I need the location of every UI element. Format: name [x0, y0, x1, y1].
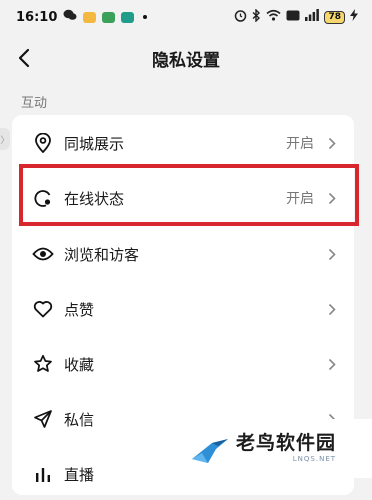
status-right: 78 [234, 7, 358, 26]
watermark-subtext: LNQS.NET [292, 455, 337, 463]
green-app-icon [102, 11, 116, 23]
page-title: 隐私设置 [152, 51, 220, 71]
status-time: 16:10 [16, 9, 58, 25]
highlight-box [19, 164, 359, 226]
section-label: 互动 [21, 96, 48, 111]
battery-indicator: 78 [324, 10, 345, 24]
teal-app-icon [121, 11, 135, 23]
status-left: 16:10 [16, 9, 148, 25]
edge-handle[interactable]: 〉 [0, 128, 10, 150]
wifi-icon [266, 9, 281, 25]
watermark: 老鸟软件园 LNQS.NET [176, 419, 372, 478]
watermark-text: 老鸟软件园 [236, 432, 337, 454]
chevron-right-icon [328, 247, 338, 261]
location-pin-icon [32, 132, 54, 154]
notification-dot-icon [143, 15, 148, 19]
setting-row-favorites[interactable]: 收藏 [12, 338, 354, 390]
star-icon [32, 353, 54, 375]
chevron-right-icon [328, 136, 338, 150]
setting-row-likes[interactable]: 点赞 [12, 283, 354, 335]
setting-value: 开启 [286, 136, 314, 152]
heart-icon [32, 298, 54, 320]
setting-label: 浏览和访客 [64, 245, 140, 264]
calendar-app-icon [83, 11, 97, 23]
setting-label: 同城展示 [64, 134, 125, 153]
alarm-icon [234, 9, 247, 26]
send-icon [32, 408, 54, 430]
setting-label: 点赞 [64, 300, 95, 319]
chevron-right-icon [328, 357, 338, 371]
live-bars-icon [32, 463, 54, 485]
hd-icon [286, 10, 300, 25]
signal-icon [305, 9, 320, 25]
bird-logo-icon [192, 438, 228, 463]
eye-icon [32, 243, 54, 265]
chevron-right-icon [328, 302, 338, 316]
setting-row-nearby[interactable]: 同城展示 开启 [12, 117, 354, 169]
charging-icon [350, 9, 358, 25]
setting-label: 收藏 [64, 355, 95, 374]
wechat-icon [63, 9, 77, 25]
status-bar: 16:10 78 [0, 0, 372, 34]
bluetooth-icon [252, 7, 261, 26]
setting-row-views-visitors[interactable]: 浏览和访客 [12, 228, 354, 280]
nav-bar: 隐私设置 [0, 38, 372, 78]
